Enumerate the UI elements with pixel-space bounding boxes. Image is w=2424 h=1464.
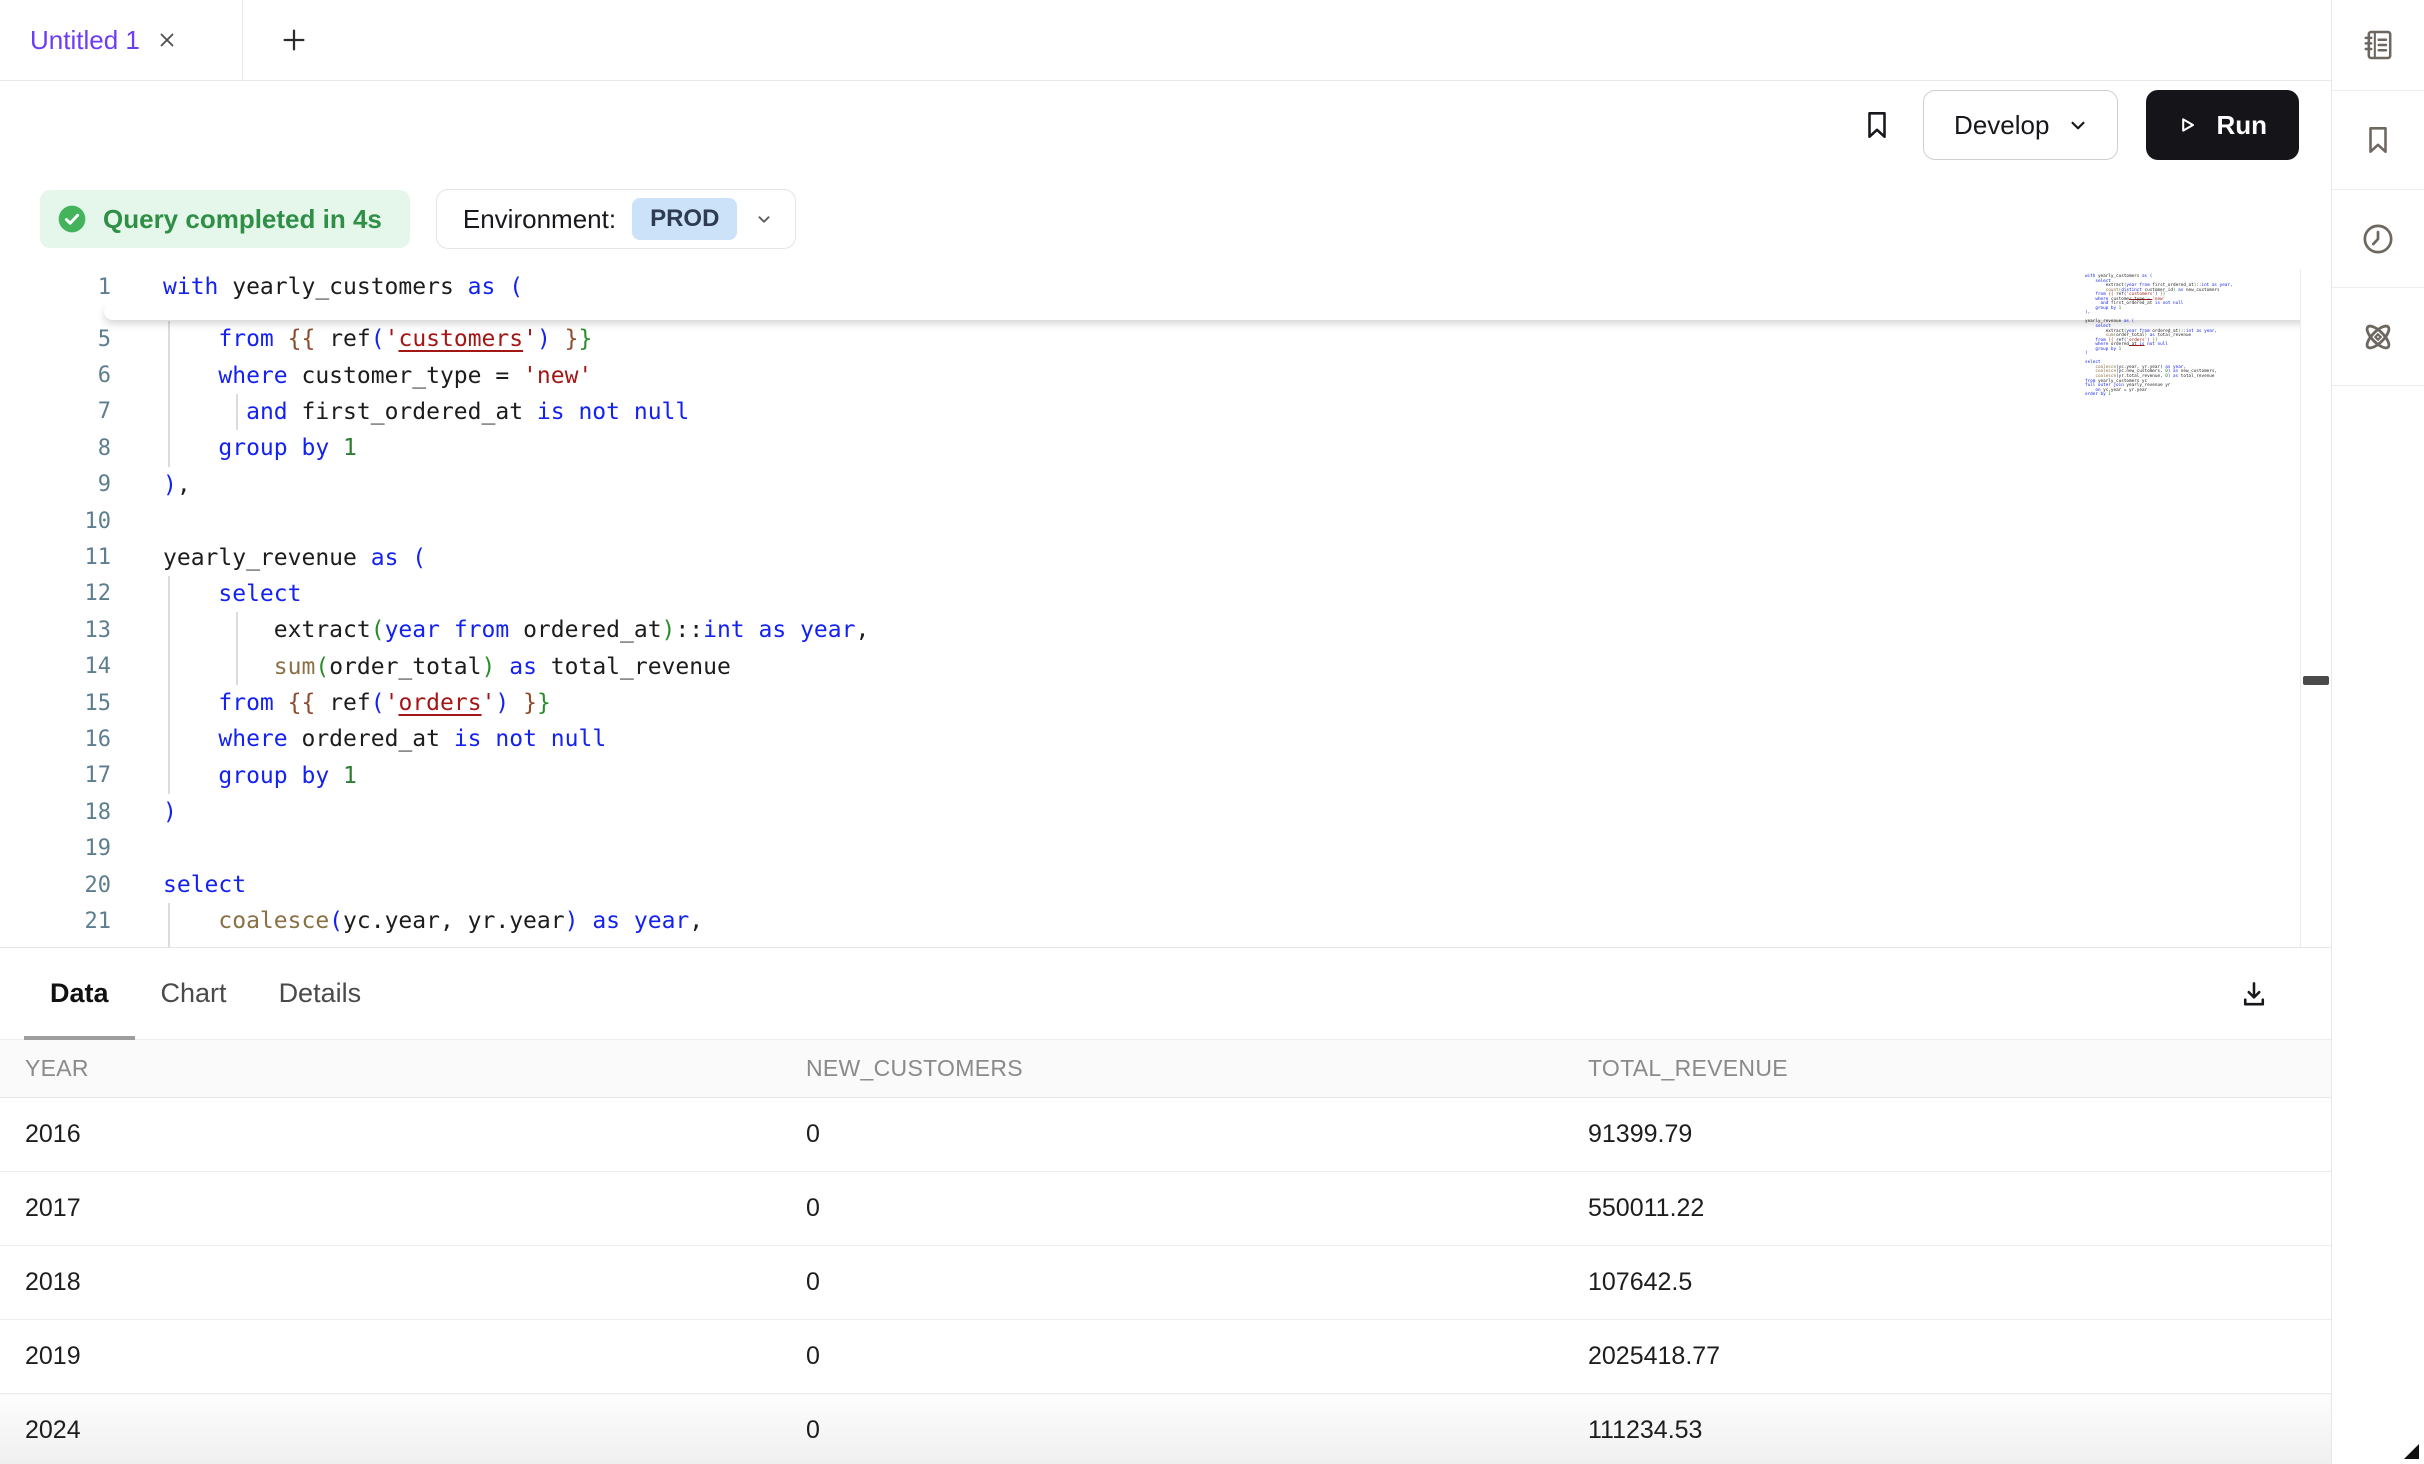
table-cell: 2024 xyxy=(0,1394,781,1464)
notebook-icon xyxy=(2359,26,2397,64)
play-icon xyxy=(2174,112,2200,138)
code-line: 11yearly_revenue as ( xyxy=(0,539,2301,575)
main-pane: Untitled 1 Develop Run xyxy=(0,0,2332,1464)
right-sidebar xyxy=(2332,0,2424,1464)
close-icon[interactable] xyxy=(156,29,178,51)
develop-button[interactable]: Develop xyxy=(1923,90,2118,160)
table-cell: 0 xyxy=(781,1246,1563,1320)
run-button-label: Run xyxy=(2216,110,2267,141)
column-header: YEAR xyxy=(0,1040,781,1098)
column-header: NEW_CUSTOMERS xyxy=(781,1040,1563,1098)
code-line: 16 where ordered_at is not null xyxy=(0,721,2301,757)
code-line: 7 and first_ordered_at is not null xyxy=(0,394,2301,430)
check-circle-icon xyxy=(56,203,88,235)
chevron-down-icon xyxy=(753,208,775,230)
bookmark-icon[interactable] xyxy=(1859,107,1895,143)
table-cell: 2018 xyxy=(0,1246,781,1320)
sidebar-item-notebook[interactable] xyxy=(2332,0,2424,91)
environment-value-badge: PROD xyxy=(632,198,737,240)
table-row: 201902025418.77 xyxy=(0,1320,2331,1394)
code-line: 8 group by 1 xyxy=(0,430,2301,466)
code-line: 18) xyxy=(0,794,2301,830)
sql-editor[interactable]: 1with yearly_customers as ( 5 from {{ re… xyxy=(0,269,2331,948)
table-cell: 2017 xyxy=(0,1172,781,1246)
code-line: 9), xyxy=(0,467,2301,503)
code-line: 21 coalesce(yc.year, yr.year) as year, xyxy=(0,903,2301,939)
dbt-icon xyxy=(2358,317,2398,357)
table-row: 2016091399.79 xyxy=(0,1098,2331,1172)
download-icon[interactable] xyxy=(2237,977,2271,1011)
query-status-text: Query completed in 4s xyxy=(103,204,382,235)
editor-scrollbar-thumb[interactable] xyxy=(2303,676,2329,685)
status-bar: Query completed in 4s Environment: PROD xyxy=(0,169,2331,269)
code-line: 17 group by 1 xyxy=(0,758,2301,794)
sticky-scroll-line: 1with yearly_customers as ( xyxy=(0,269,2301,305)
minimap[interactable]: with yearly_customers as ( select extrac… xyxy=(2085,275,2217,398)
develop-button-label: Develop xyxy=(1954,110,2049,141)
new-tab-button[interactable] xyxy=(279,0,309,80)
table-cell: 2016 xyxy=(0,1098,781,1172)
table-cell: 550011.22 xyxy=(1563,1172,2331,1246)
tab-chart[interactable]: Chart xyxy=(135,948,253,1039)
table-cell: 2019 xyxy=(0,1320,781,1394)
run-button[interactable]: Run xyxy=(2146,90,2299,160)
editor-scrollbar-track[interactable] xyxy=(2300,269,2331,947)
table-cell: 0 xyxy=(781,1320,1563,1394)
tab-data[interactable]: Data xyxy=(24,948,135,1039)
sidebar-item-history[interactable] xyxy=(2332,190,2424,288)
code-line: 19 xyxy=(0,830,2301,866)
toolbar: Develop Run xyxy=(0,81,2331,169)
table-row: 20170550011.22 xyxy=(0,1172,2331,1246)
bookmark-icon xyxy=(2360,122,2396,158)
code-line: 20select xyxy=(0,867,2301,903)
table-cell: 0 xyxy=(781,1098,1563,1172)
tab-label: Untitled 1 xyxy=(30,25,140,56)
code-line: 14 sum(order_total) as total_revenue xyxy=(0,649,2301,685)
sidebar-item-bookmarks[interactable] xyxy=(2332,91,2424,190)
results-table: YEARNEW_CUSTOMERSTOTAL_REVENUE 201609139… xyxy=(0,1040,2331,1464)
tab-details[interactable]: Details xyxy=(253,948,388,1039)
environment-label: Environment: xyxy=(463,204,616,235)
query-status-badge: Query completed in 4s xyxy=(40,190,410,248)
column-header: TOTAL_REVENUE xyxy=(1563,1040,2331,1098)
history-icon xyxy=(2359,220,2397,258)
table-row: 20240111234.53 xyxy=(0,1394,2331,1464)
table-cell: 111234.53 xyxy=(1563,1394,2331,1464)
code-line: 12 select xyxy=(0,576,2301,612)
code-line: 22 coalesce(yc.new_customers, 0) as new_… xyxy=(0,940,2301,948)
table-cell: 91399.79 xyxy=(1563,1098,2331,1172)
resize-corner-handle[interactable] xyxy=(2404,1444,2419,1459)
results-tabs: DataChartDetails xyxy=(0,948,2331,1040)
chevron-down-icon xyxy=(2065,112,2091,138)
app-window: Untitled 1 Develop Run xyxy=(0,0,2424,1464)
tab-bar: Untitled 1 xyxy=(0,0,2331,81)
sidebar-item-dbt[interactable] xyxy=(2332,288,2424,386)
code-line: 15 from {{ ref('orders') }} xyxy=(0,685,2301,721)
code-line: 5 from {{ ref('customers') }} xyxy=(0,321,2301,357)
results-panel: DataChartDetails YEARNEW_CUSTOMERSTOTAL_… xyxy=(0,948,2331,1464)
code-lines: 5 from {{ ref('customers') }}6 where cus… xyxy=(0,321,2301,948)
table-header-row: YEARNEW_CUSTOMERSTOTAL_REVENUE xyxy=(0,1040,2331,1098)
environment-selector[interactable]: Environment: PROD xyxy=(436,189,797,249)
tab-untitled-1[interactable]: Untitled 1 xyxy=(0,0,243,80)
code-line: 10 xyxy=(0,503,2301,539)
table-row: 20180107642.5 xyxy=(0,1246,2331,1320)
sticky-scroll-shadow xyxy=(104,303,2325,320)
table-cell: 0 xyxy=(781,1172,1563,1246)
code-line: 1with yearly_customers as ( xyxy=(0,269,2301,305)
table-cell: 2025418.77 xyxy=(1563,1320,2331,1394)
table-cell: 0 xyxy=(781,1394,1563,1464)
sidebar-spacer xyxy=(2332,386,2424,1464)
code-line: 13 extract(year from ordered_at)::int as… xyxy=(0,612,2301,648)
table-cell: 107642.5 xyxy=(1563,1246,2331,1320)
code-line: 6 where customer_type = 'new' xyxy=(0,357,2301,393)
